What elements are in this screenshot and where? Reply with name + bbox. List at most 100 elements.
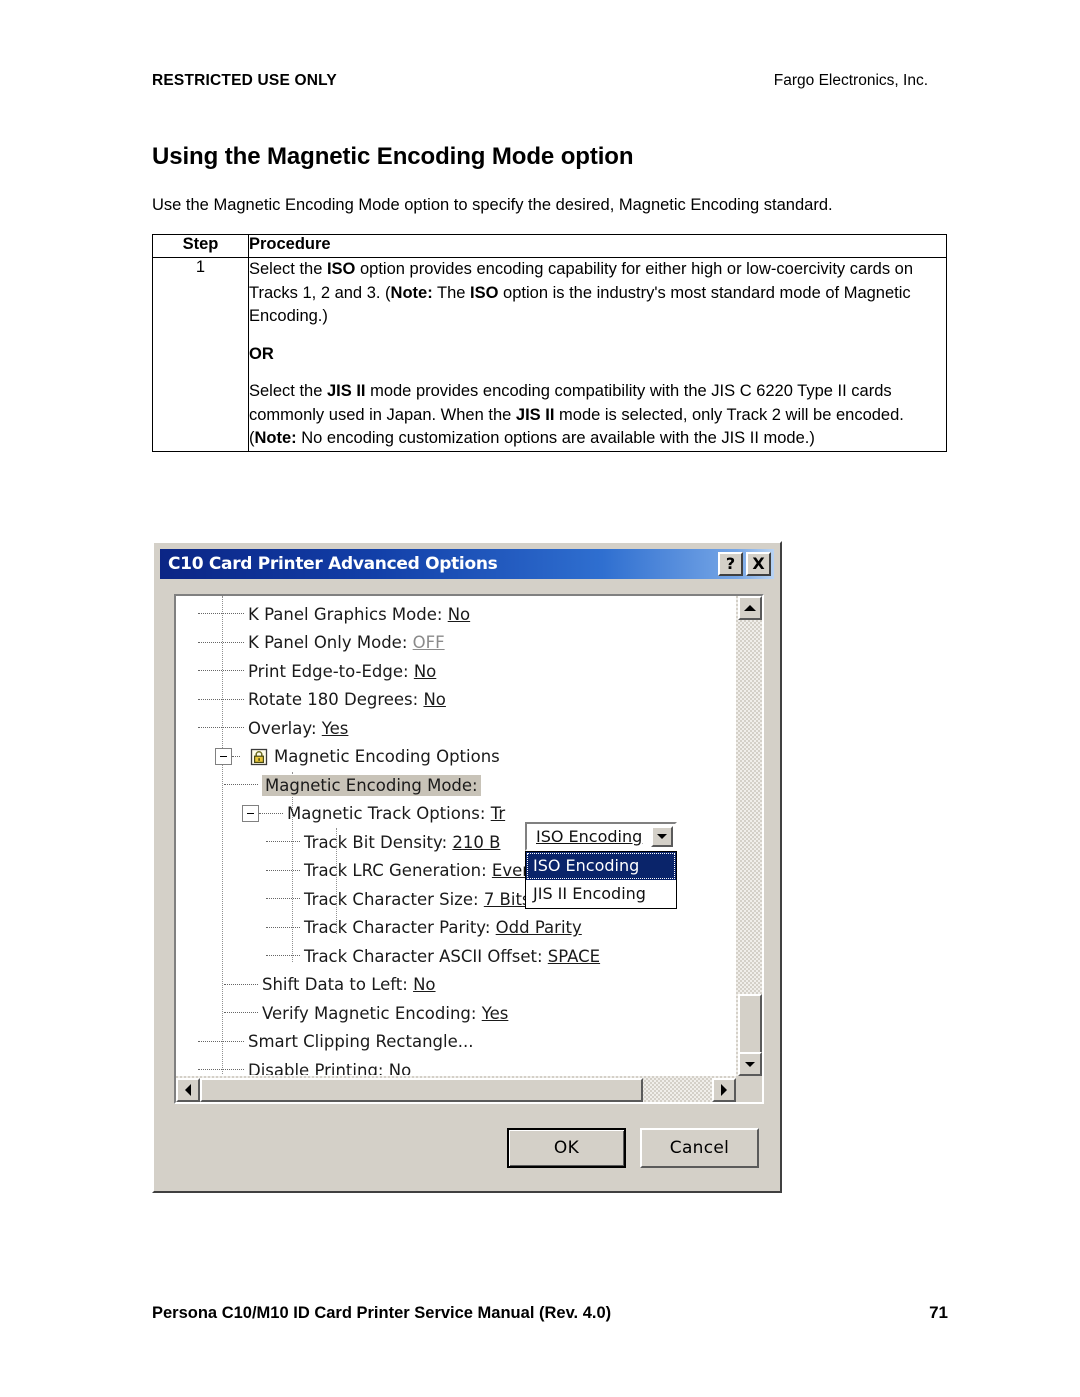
chevron-down-glyph: [657, 834, 667, 839]
tree-item-value[interactable]: No: [423, 690, 445, 709]
tree-connector-icon: [198, 670, 244, 672]
dialog-titlebar[interactable]: C10 Card Printer Advanced Options ? X: [160, 549, 774, 579]
footer-page-number: 71: [929, 1303, 948, 1322]
tree-item-value[interactable]: No: [413, 975, 435, 994]
tree-connector-icon: [224, 784, 258, 786]
column-header-step: Step: [152, 234, 249, 258]
vertical-scrollbar[interactable]: [735, 596, 762, 1076]
procedure-paragraph-iso: Select the ISO option provides encoding …: [249, 258, 946, 329]
iso-text-3: The: [432, 283, 471, 302]
magnetic-encoding-mode-dropdown-list[interactable]: ISO Encoding JIS II Encoding: [525, 851, 677, 909]
tree-connector-icon: [259, 812, 283, 815]
tree-item-label: Track LRC Generation:: [304, 861, 487, 881]
tree-item-rotate-180-degrees[interactable]: Rotate 180 Degrees: No: [176, 686, 736, 715]
dialog-title: C10 Card Printer Advanced Options: [168, 554, 498, 574]
iso-bold-1: ISO: [326, 260, 356, 278]
vertical-scrollbar-thumb[interactable]: [738, 994, 762, 1056]
tree-item-label: Track Character Size:: [304, 889, 479, 909]
tree-item-magnetic-encoding-mode[interactable]: Magnetic Encoding Mode:: [176, 771, 736, 800]
close-icon[interactable]: X: [746, 552, 771, 576]
tree-item-value[interactable]: Yes: [322, 719, 349, 738]
horizontal-scrollbar-thumb[interactable]: [200, 1078, 643, 1102]
tree-connector-icon: [198, 613, 244, 615]
tree-item-value[interactable]: No: [414, 662, 436, 681]
tree-item-label: Track Character ASCII Offset:: [304, 946, 543, 966]
dialog-button-row: OK Cancel: [157, 1128, 759, 1168]
iso-note-label: Note:: [390, 283, 433, 302]
tree-connector-icon: [198, 641, 244, 644]
jis-text-4: No encoding customization options are av…: [296, 429, 815, 447]
tree-connector-icon: [232, 755, 240, 758]
scroll-right-button[interactable]: [712, 1078, 736, 1102]
dialog-inner: C10 Card Printer Advanced Options ? X K …: [156, 545, 778, 1189]
scroll-up-button[interactable]: [738, 596, 762, 620]
help-icon[interactable]: ?: [718, 552, 743, 576]
options-list-panel[interactable]: K Panel Graphics Mode: No K Panel Only M…: [174, 594, 764, 1104]
tree-item-k-panel-graphics-mode[interactable]: K Panel Graphics Mode: No: [176, 600, 736, 629]
tree-item-disable-printing[interactable]: Disable Printing: No: [176, 1056, 736, 1076]
tree-item-label: Overlay:: [248, 718, 317, 738]
jis-text-1: Select the: [249, 382, 327, 400]
tree-item-label: Smart Clipping Rectangle...: [248, 1032, 474, 1052]
table-row: 1 Select the ISO option provides encodin…: [152, 257, 947, 452]
tree-item-value[interactable]: Tr: [491, 804, 505, 823]
tree-item-shift-data-to-left[interactable]: Shift Data to Left: No: [176, 971, 736, 1000]
tree-connector-icon: [266, 926, 300, 929]
ok-button[interactable]: OK: [507, 1128, 626, 1168]
expander-collapse-icon[interactable]: [215, 748, 232, 766]
jis-bold-1: JIS II: [326, 382, 366, 400]
tree-item-label: Disable Printing:: [248, 1060, 384, 1076]
tree-item-k-panel-only-mode[interactable]: K Panel Only Mode: OFF: [176, 629, 736, 658]
dropdown-option-iso-encoding[interactable]: ISO Encoding: [526, 852, 676, 880]
tree-item-label: K Panel Graphics Mode:: [248, 604, 443, 624]
tree-item-overlay[interactable]: Overlay: Yes: [176, 714, 736, 743]
jis-note-label: Note:: [254, 429, 297, 447]
arrow-right-icon: [721, 1084, 727, 1096]
lock-icon: [250, 748, 268, 766]
horizontal-scrollbar[interactable]: [176, 1075, 736, 1102]
tree-item-label: Shift Data to Left:: [262, 975, 408, 995]
tree-connector-icon: [198, 698, 244, 701]
tree-item-value[interactable]: Odd Parity: [496, 918, 582, 937]
tree-item-smart-clipping-rectangle[interactable]: Smart Clipping Rectangle...: [176, 1028, 736, 1057]
tree-item-magnetic-encoding-options[interactable]: Magnetic Encoding Options: [176, 743, 736, 772]
dropdown-option-jis-ii-encoding[interactable]: JIS II Encoding: [526, 880, 676, 908]
procedure-or-separator: OR: [249, 344, 274, 363]
iso-bold-2: ISO: [470, 283, 499, 302]
tree-item-track-character-parity[interactable]: Track Character Parity: Odd Parity: [176, 914, 736, 943]
tree-item-track-character-ascii-offset[interactable]: Track Character ASCII Offset: SPACE: [176, 942, 736, 971]
magnetic-encoding-mode-combobox[interactable]: ISO Encoding: [525, 822, 677, 851]
procedure-table: Step Procedure 1 Select the ISO option p…: [152, 234, 947, 452]
page-title: Using the Magnetic Encoding Mode option: [152, 143, 634, 171]
arrow-down-icon: [745, 1061, 755, 1067]
tree-item-verify-magnetic-encoding[interactable]: Verify Magnetic Encoding: Yes: [176, 999, 736, 1028]
step-number: 1: [152, 257, 249, 452]
footer-manual-title: Persona C10/M10 ID Card Printer Service …: [152, 1304, 612, 1322]
tree-item-value[interactable]: 210 B: [452, 833, 500, 852]
scroll-left-button[interactable]: [176, 1078, 200, 1102]
page-footer: Persona C10/M10 ID Card Printer Service …: [152, 1303, 948, 1323]
expander-collapse-icon[interactable]: [242, 805, 259, 823]
iso-text-1: Select the: [249, 260, 327, 278]
tree-item-label: Track Character Parity:: [304, 918, 491, 938]
tree-item-value[interactable]: No: [448, 605, 470, 624]
tree-item-value: OFF: [412, 633, 445, 653]
tree-connector-icon: [198, 1069, 244, 1071]
cancel-button[interactable]: Cancel: [640, 1128, 759, 1168]
arrow-up-icon: [744, 605, 756, 611]
tree-item-value[interactable]: SPACE: [548, 947, 600, 966]
tree-item-label: Magnetic Track Options:: [287, 804, 486, 824]
table-header-row: Step Procedure: [152, 234, 947, 258]
tree-connector-icon: [224, 1012, 258, 1014]
header-right-text: Fargo Electronics, Inc.: [773, 72, 928, 89]
advanced-options-dialog: C10 Card Printer Advanced Options ? X K …: [152, 541, 782, 1193]
tree-connector-icon: [266, 955, 300, 957]
tree-item-value[interactable]: Yes: [482, 1004, 509, 1023]
scroll-down-button[interactable]: [738, 1052, 762, 1076]
procedure-cell: Select the ISO option provides encoding …: [248, 257, 947, 452]
tree-connector-icon: [266, 869, 300, 872]
tree-item-print-edge-to-edge[interactable]: Print Edge-to-Edge: No: [176, 657, 736, 686]
chevron-down-icon[interactable]: [651, 826, 673, 847]
tree-item-value[interactable]: No: [389, 1061, 411, 1076]
column-header-procedure: Procedure: [248, 234, 947, 258]
